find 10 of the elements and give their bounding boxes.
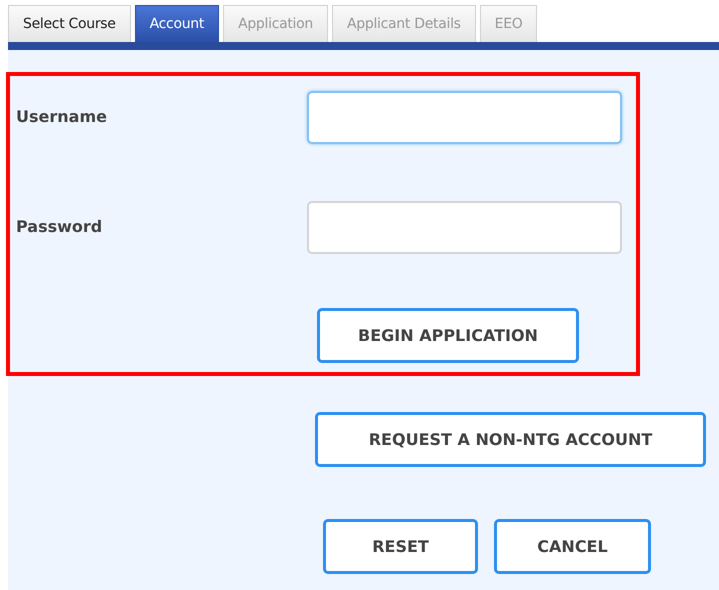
begin-application-button[interactable]: BEGIN APPLICATION <box>317 308 579 363</box>
reset-button[interactable]: RESET <box>323 519 478 574</box>
tab[interactable]: Account <box>134 5 220 42</box>
cancel-button[interactable]: CANCEL <box>494 519 651 574</box>
field-label: Password <box>16 216 104 238</box>
input-field[interactable] <box>307 200 622 254</box>
tab[interactable]: Select Course <box>8 5 131 42</box>
input-field[interactable] <box>307 90 622 144</box>
field-label: Username <box>16 106 108 128</box>
request-account-button[interactable]: REQUEST A NON-NTG ACCOUNT <box>315 412 706 467</box>
